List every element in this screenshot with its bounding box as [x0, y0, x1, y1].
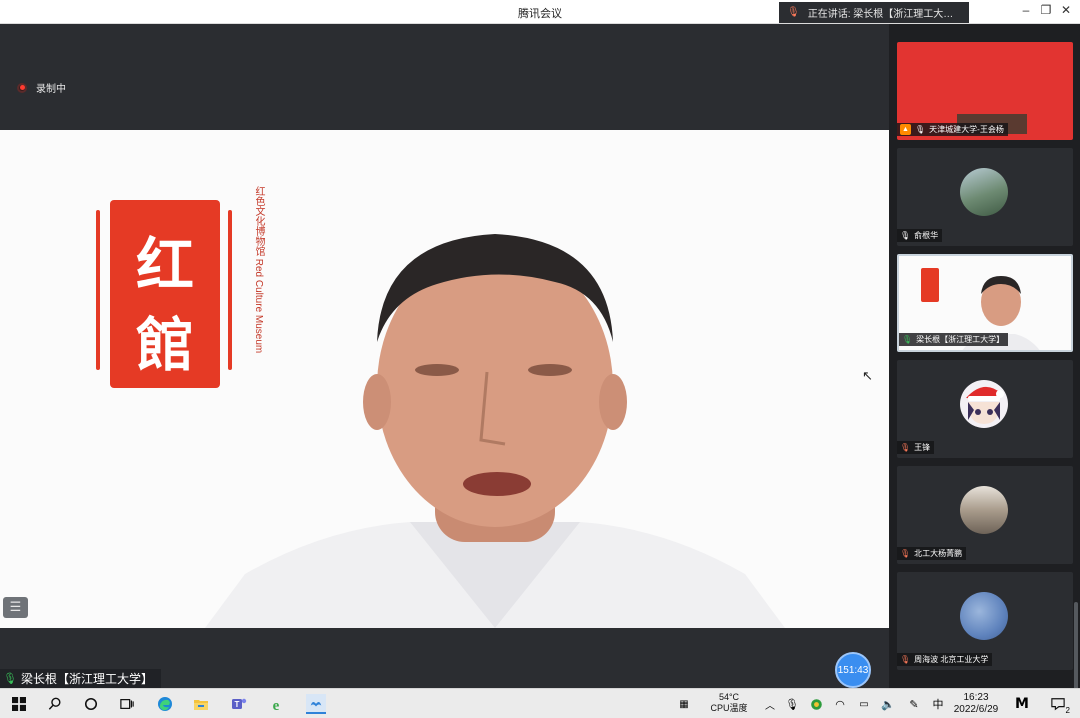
participant-label: 🎙 王锋	[897, 441, 935, 454]
edge-browser-icon[interactable]	[157, 696, 173, 712]
mic-muted-icon: 🎙	[915, 125, 926, 134]
mouse-cursor-icon: ↖	[862, 368, 873, 383]
minimize-button[interactable]: –	[1017, 3, 1035, 17]
network-grid-icon[interactable]: ▦	[676, 696, 692, 712]
clock-date: 2022/6/29	[953, 704, 999, 715]
task-view-icon[interactable]	[119, 696, 135, 712]
seal-char-2: 館	[135, 311, 194, 379]
recording-dot-icon	[17, 82, 27, 93]
notification-count: 2	[1064, 706, 1071, 715]
search-icon[interactable]	[47, 696, 63, 712]
mic-muted-icon: 🎙	[900, 655, 911, 664]
temp-value: 54°C	[718, 692, 740, 702]
participant-tile[interactable]: 🎙 王锋	[897, 360, 1073, 458]
seal-char-1: 红	[135, 231, 194, 299]
participant-name: 俞根华	[914, 231, 939, 240]
mini-seal-logo	[921, 268, 939, 302]
avatar	[960, 168, 1008, 216]
teams-icon[interactable]: T	[231, 696, 247, 712]
wifi-icon[interactable]: ◠	[832, 696, 848, 712]
participant-name: 周海波 北京工业大学	[914, 655, 989, 664]
mic-muted-icon: 🎙	[900, 443, 911, 452]
participant-label: 🎙 周海波 北京工业大学	[897, 653, 993, 666]
participant-name: 北工大杨菁鹏	[914, 549, 963, 558]
file-explorer-icon[interactable]	[193, 696, 209, 712]
notification-center-icon[interactable]: 2	[1047, 696, 1071, 715]
cpu-temperature[interactable]: 54°C CPU温度	[706, 692, 752, 714]
battery-icon[interactable]: ▭	[856, 696, 872, 712]
host-badge-icon: ▲	[900, 124, 911, 135]
windows-taskbar: T e ▦ 54°C CPU温度 ︿ 🎙 ◠ ▭ 🔈 ✎ 中 16:23 202…	[0, 688, 1080, 718]
microphone-tray-icon[interactable]: 🎙	[784, 696, 800, 712]
input-method-indicator[interactable]: 中	[930, 696, 946, 712]
restore-button[interactable]: ❐	[1037, 3, 1055, 17]
clock-time: 16:23	[963, 692, 989, 703]
speaker-figure	[205, 234, 785, 628]
chevron-up-icon[interactable]: ︿	[762, 696, 778, 712]
mic-active-icon: 🎙	[902, 335, 913, 344]
cortana-icon[interactable]	[83, 696, 99, 712]
speaking-label: 正在讲话: 梁长根【浙江理工大…	[807, 9, 954, 20]
main-video-stage: 录制中 红 館 红色文化博物馆 Red Culture Museum ↖ ☰ 🎙…	[0, 24, 889, 688]
system-clock[interactable]: 16:23 2022/6/29	[946, 692, 1006, 716]
participant-sidebar: ▲ 🎙 天津城建大学-王会杨 🎙 俞根华 🎙 梁长根【浙江理工大学】 🎙 王锋 …	[889, 24, 1080, 692]
mic-active-icon: 🎙	[3, 673, 17, 685]
svg-text:e: e	[273, 698, 280, 712]
participant-label: 🎙 梁长根【浙江理工大学】	[899, 333, 1009, 346]
speaker-name: 梁长根【浙江理工大学】	[20, 672, 153, 686]
seal-brush-left	[96, 210, 100, 370]
app-tray-icon[interactable]	[808, 696, 824, 712]
participant-label: 🎙 俞根华	[897, 229, 943, 242]
recording-status: 录制中	[17, 80, 66, 95]
volume-icon[interactable]: 🔈	[880, 696, 896, 712]
speaking-indicator[interactable]: 🎙 正在讲话: 梁长根【浙江理工大…	[779, 2, 969, 23]
participant-tile-active[interactable]: 🎙 梁长根【浙江理工大学】	[897, 254, 1073, 352]
menu-toggle-button[interactable]: ☰	[3, 597, 28, 618]
mic-muted-icon: 🎙	[900, 549, 911, 558]
participant-tile[interactable]: ▲ 🎙 天津城建大学-王会杨	[897, 42, 1073, 140]
recording-label: 录制中	[36, 84, 66, 95]
ie-browser-icon[interactable]: e	[268, 696, 284, 712]
participant-tile[interactable]: 🎙 俞根华	[897, 148, 1073, 246]
speaker-name-tag: 🎙 梁长根【浙江理工大学】	[0, 669, 161, 688]
cartoon-avatar-icon	[966, 386, 1004, 424]
participant-name: 天津城建大学-王会杨	[929, 125, 1004, 134]
participant-tile[interactable]: 🎙 周海波 北京工业大学	[897, 572, 1073, 670]
avatar	[960, 486, 1008, 534]
sidebar-scrollbar[interactable]	[1074, 602, 1078, 692]
title-bar: 腾讯会议 🎙 正在讲话: 梁长根【浙江理工大… – ❐ ✕	[0, 0, 1080, 24]
tencent-meeting-icon[interactable]	[306, 694, 326, 714]
svg-text:T: T	[235, 700, 240, 709]
temp-label: CPU温度	[710, 703, 748, 713]
participant-label: ▲ 🎙 天津城建大学-王会杨	[897, 123, 1008, 136]
avatar	[960, 380, 1008, 428]
speaker-video: 红 館 红色文化博物馆 Red Culture Museum ↖	[0, 130, 889, 628]
windows-start-icon[interactable]	[11, 696, 27, 712]
pen-icon[interactable]: ✎	[906, 696, 922, 712]
seal-logo: 红 館	[110, 200, 220, 388]
mic-icon: 🎙	[787, 7, 800, 18]
participant-name: 王锋	[914, 443, 931, 452]
participant-label: 🎙 北工大杨菁鹏	[897, 547, 967, 560]
participant-tile[interactable]: 🎙 北工大杨菁鹏	[897, 466, 1073, 564]
close-button[interactable]: ✕	[1057, 3, 1075, 17]
mic-icon: 🎙	[900, 231, 911, 240]
media-app-icon[interactable]: M	[1014, 696, 1030, 712]
avatar	[960, 592, 1008, 640]
participant-name: 梁长根【浙江理工大学】	[916, 335, 1005, 344]
meeting-timer[interactable]: 151:43	[835, 652, 871, 688]
